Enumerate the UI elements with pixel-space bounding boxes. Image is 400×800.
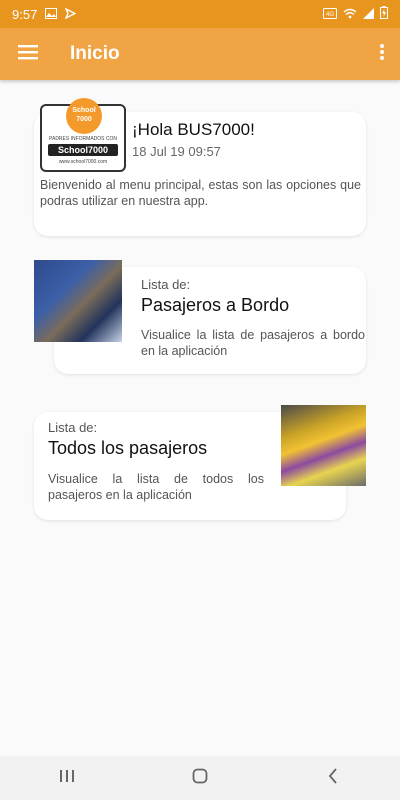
welcome-description: Bienvenido al menu principal, estas son …	[40, 178, 361, 208]
school7000-logo: School 7000 PADRES INFORMADOS CON School…	[40, 98, 126, 172]
back-button[interactable]	[303, 756, 363, 800]
back-icon	[328, 767, 338, 789]
home-icon	[192, 768, 208, 789]
option-label: Lista de:	[141, 277, 191, 292]
students-boarding-photo[interactable]	[281, 405, 366, 486]
status-bar: 9:57 4G	[0, 0, 400, 28]
option-label: Lista de:	[48, 420, 98, 435]
welcome-card: School 7000 PADRES INFORMADOS CON School…	[34, 98, 366, 236]
send-icon	[64, 7, 77, 22]
recents-icon	[59, 769, 75, 788]
bus-interior-photo[interactable]	[34, 260, 122, 342]
logo-wordmark: School7000	[48, 144, 118, 156]
logo-tagline: PADRES INFORMADOS CON	[49, 136, 117, 142]
wifi-icon	[343, 7, 357, 22]
data-icon: 4G	[323, 7, 337, 22]
hamburger-icon	[18, 44, 38, 65]
menu-button[interactable]	[0, 28, 56, 80]
battery-charging-icon	[380, 6, 388, 22]
greeting: ¡Hola BUS7000!	[132, 120, 255, 139]
app-bar: Inicio	[0, 28, 400, 80]
overflow-menu-button[interactable]	[364, 28, 400, 80]
more-vertical-icon	[380, 43, 384, 65]
date-label: 18 Jul 19 09:57	[132, 144, 221, 159]
page-title: Inicio	[70, 43, 120, 64]
system-nav-bar	[0, 756, 400, 800]
image-icon	[45, 7, 58, 22]
status-time: 9:57	[12, 6, 38, 22]
recents-button[interactable]	[37, 756, 97, 800]
logo-url: www.school7000.com	[58, 159, 108, 165]
option-title: Pasajeros a Bordo	[141, 295, 290, 315]
logo-badge: School 7000	[66, 98, 102, 134]
home-button[interactable]	[170, 756, 230, 800]
signal-icon	[363, 7, 374, 22]
option-title: Todos los pasajeros	[48, 438, 208, 458]
option-description: Visualice la lista de pasajeros a bordo …	[141, 328, 365, 358]
svg-text:4G: 4G	[326, 12, 334, 18]
option-description: Visualice la lista de todos los pasajero…	[48, 472, 264, 502]
